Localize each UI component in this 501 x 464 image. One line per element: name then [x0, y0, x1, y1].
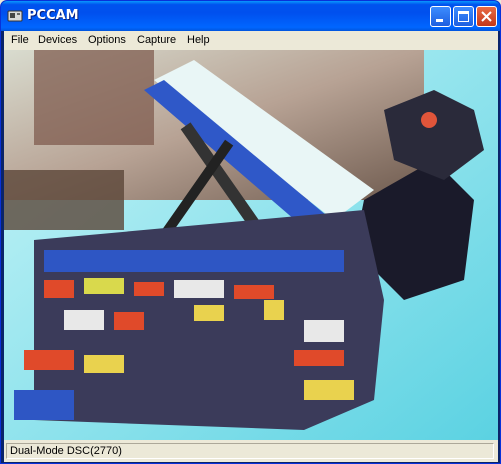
- status-text: Dual-Mode DSC(2770): [6, 443, 494, 459]
- app-window: PCCAM File Devices Options Capture Help: [0, 0, 501, 464]
- window-title: PCCAM: [27, 8, 79, 23]
- webcam-image: [4, 50, 498, 440]
- webcam-icon[interactable]: [7, 9, 23, 23]
- title-bar[interactable]: PCCAM: [1, 1, 500, 31]
- minimize-icon: [436, 19, 443, 22]
- menu-devices[interactable]: Devices: [35, 33, 80, 48]
- close-button[interactable]: [476, 6, 497, 27]
- minimize-button[interactable]: [430, 6, 451, 27]
- menu-options[interactable]: Options: [85, 33, 129, 48]
- menu-file[interactable]: File: [8, 33, 32, 48]
- maximize-icon: [458, 11, 469, 22]
- menu-bar: File Devices Options Capture Help: [4, 31, 498, 50]
- status-bar: Dual-Mode DSC(2770): [4, 440, 498, 462]
- menu-capture[interactable]: Capture: [134, 33, 179, 48]
- camera-preview: [4, 50, 498, 440]
- maximize-button[interactable]: [453, 6, 474, 27]
- close-icon: [481, 11, 492, 22]
- menu-help[interactable]: Help: [184, 33, 213, 48]
